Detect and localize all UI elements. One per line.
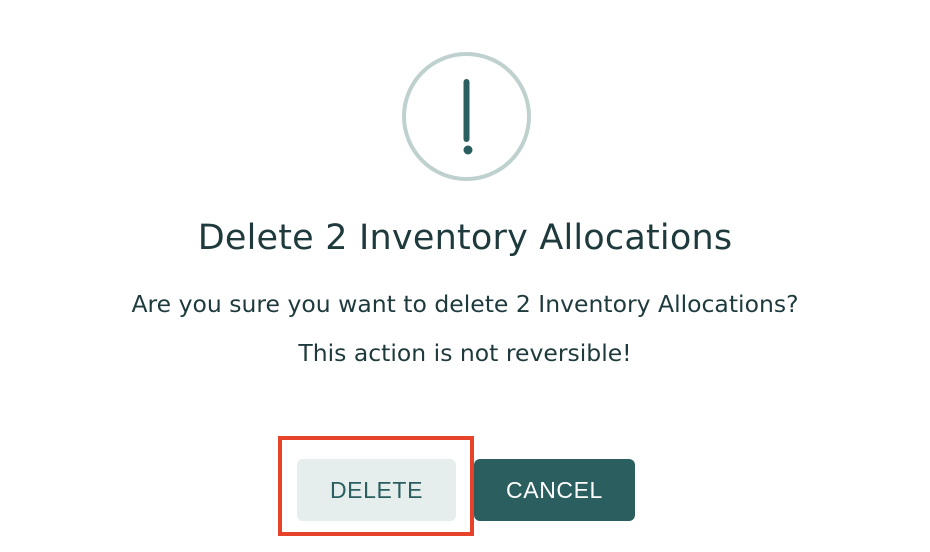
exclamation-icon <box>463 79 473 155</box>
cancel-button[interactable]: CANCEL <box>474 459 635 521</box>
confirm-message: Are you sure you want to delete 2 Invent… <box>131 290 799 318</box>
dialog-title: Delete 2 Inventory Allocations <box>197 218 733 258</box>
confirm-delete-dialog: Delete 2 Inventory Allocations Are you s… <box>0 0 930 552</box>
warning-circle <box>402 52 531 181</box>
delete-button[interactable]: DELETE <box>297 459 456 521</box>
irreversible-warning: This action is not reversible! <box>298 339 632 367</box>
